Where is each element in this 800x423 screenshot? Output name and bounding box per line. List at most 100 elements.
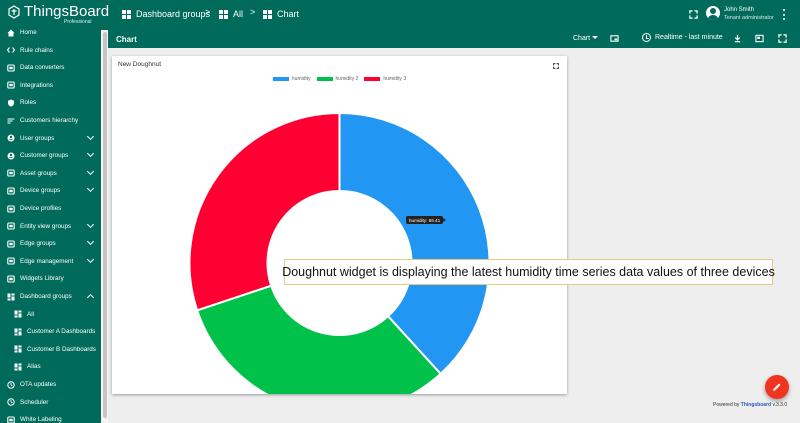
update-icon <box>7 380 15 389</box>
picture-in-picture-icon[interactable] <box>755 34 764 43</box>
sidebar-item-customer-b-dashboards[interactable]: Customer B Dashboards <box>0 341 101 358</box>
avatar[interactable] <box>706 6 720 20</box>
schedule-icon <box>7 398 15 406</box>
sidebar-item-label: Device profiles <box>20 205 62 212</box>
format-paint-icon <box>7 416 15 423</box>
doughnut-widget[interactable]: New Doughnut humidity humidity 2 humidity … <box>112 56 567 394</box>
sidebar-item-home[interactable]: Home <box>0 24 101 41</box>
supervisor-icon <box>7 152 15 160</box>
widget-title: New Doughnut <box>118 61 161 68</box>
fullscreen-icon[interactable] <box>778 34 787 43</box>
logo[interactable]: ThingsBoard Professional <box>8 3 110 25</box>
fullscreen-icon[interactable] <box>689 10 698 19</box>
sidebar-item-label: All <box>27 310 34 318</box>
fullscreen-icon[interactable] <box>553 63 559 69</box>
breadcrumb-all[interactable]: All <box>219 9 243 19</box>
dashboard-title: Chart <box>116 35 137 44</box>
legend-item[interactable]: humidity 3 <box>364 76 406 82</box>
sidebar-item-edge-groups[interactable]: Edge groups <box>0 235 101 252</box>
edit-button[interactable] <box>765 375 789 399</box>
doughnut-chart[interactable] <box>112 56 567 394</box>
logo-text: ThingsBoard <box>24 3 110 20</box>
sidebar-item-widgets-library[interactable]: Widgets Library <box>0 270 101 287</box>
dashboard-icon <box>14 328 22 336</box>
clock-icon <box>642 33 651 42</box>
sidebar-item-dashboard-groups[interactable]: Dashboard groups <box>0 288 101 305</box>
sidebar-item-customer-a-dashboards[interactable]: Customer A Dashboards <box>0 323 101 340</box>
timewindow-button[interactable]: Realtime - last minute <box>642 33 723 42</box>
thingsboard-link[interactable]: Thingsboard <box>741 402 771 408</box>
state-label: Chart <box>573 35 591 42</box>
chevron-down-icon <box>86 220 95 228</box>
legend-label: humidity <box>291 76 311 82</box>
powered-text: Powered by <box>713 402 741 408</box>
timewindow-label: Realtime - last minute <box>655 34 723 41</box>
sidebar-item-label: Integrations <box>20 81 53 89</box>
sidebar-item-edge-management[interactable]: Edge management <box>0 253 101 270</box>
sidebar-item-entity-view-groups[interactable]: Entity view groups <box>0 218 101 235</box>
sidebar-item-customers-hierarchy[interactable]: Customers hierarchy <box>0 112 101 129</box>
breadcrumb-label: Chart <box>277 9 300 19</box>
sidebar-scrollbar-thumb[interactable] <box>103 32 107 418</box>
legend-label: humidity 3 <box>383 76 407 82</box>
dashboard-icon <box>14 310 22 318</box>
breadcrumb-separator: > <box>250 7 256 17</box>
sidebar-item-label: Data converters <box>20 64 65 72</box>
sidebar-item-integrations[interactable]: Integrations <box>0 77 101 94</box>
download-icon[interactable] <box>733 34 742 43</box>
sidebar-item-label: Customer groups <box>20 152 69 160</box>
sidebar-item-label: Customer A Dashboards <box>27 328 96 336</box>
dashboard-icon <box>263 9 272 19</box>
sidebar-item-device-groups[interactable]: Device groups <box>0 182 101 199</box>
sidebar-item-all[interactable]: All <box>0 306 101 323</box>
legend-item[interactable]: humidity 2 <box>316 76 358 82</box>
sidebar-item-white-labeling[interactable]: White Labeling <box>0 411 101 423</box>
sidebar-item-roles[interactable]: Roles <box>0 94 101 111</box>
dashboard-icon <box>14 363 22 371</box>
sidebar-item-rule-chains[interactable]: Rule chains <box>0 42 101 59</box>
chevron-down-icon <box>86 150 95 158</box>
sidebar-item-label: White Labeling <box>20 416 62 423</box>
input-icon <box>7 81 15 89</box>
sidebar-item-label: Dashboard groups <box>20 293 72 300</box>
caption: Doughnut widget is displaying the latest… <box>282 259 775 285</box>
sidebar-item-scheduler[interactable]: Scheduler <box>0 394 101 411</box>
chart-legend: humidity humidity 2 humidity 3 <box>112 76 567 82</box>
sidebar-item-data-converters[interactable]: Data converters <box>0 59 101 76</box>
sidebar-item-customer-groups[interactable]: Customer groups <box>0 147 101 164</box>
version-text: v.3.3.0 <box>771 402 788 408</box>
breadcrumb-dashboard-groups[interactable]: Dashboard groups <box>122 9 210 19</box>
sidebar-item-ota-updates[interactable]: OTA updates <box>0 376 101 393</box>
sidebar-item-label: User groups <box>20 134 55 142</box>
sidebar-item-alias[interactable]: Alias <box>0 358 101 375</box>
sidebar-item-label: Home <box>20 29 37 36</box>
converter-icon <box>7 64 15 72</box>
sort-icon <box>7 118 15 123</box>
legend-item[interactable]: humidity <box>272 76 311 82</box>
layout-icon[interactable] <box>610 34 619 43</box>
sidebar-item-label: Asset groups <box>20 169 57 177</box>
dashboard-state-select[interactable]: Chart <box>573 35 599 42</box>
chevron-down-icon <box>86 167 95 175</box>
edit-icon <box>773 383 781 391</box>
breadcrumb-separator: > <box>205 7 211 17</box>
more-vert-icon[interactable] <box>783 9 786 20</box>
logo-icon <box>8 4 20 19</box>
sidebar-item-device-profiles[interactable]: Device profiles <box>0 200 101 217</box>
sidebar-item-label: Scheduler <box>20 398 49 406</box>
sidebar-item-label: Alias <box>27 363 41 371</box>
dashboard-icon <box>7 293 15 300</box>
user-name: John Smith <box>724 7 755 13</box>
sidebar-item-label: OTA updates <box>20 381 57 388</box>
user-role: Tenant administrator <box>724 15 774 21</box>
settings-input-icon <box>7 257 15 265</box>
dashboard-icon <box>14 345 22 353</box>
code-icon <box>7 47 15 53</box>
memory-icon <box>7 204 15 213</box>
sidebar-item-label: Entity view groups <box>20 222 72 230</box>
sidebar-item-user-groups[interactable]: User groups <box>0 130 101 147</box>
devices-icon <box>7 187 15 195</box>
chevron-down-icon <box>86 185 95 193</box>
sidebar-item-asset-groups[interactable]: Asset groups <box>0 165 101 182</box>
router-icon <box>7 240 15 248</box>
